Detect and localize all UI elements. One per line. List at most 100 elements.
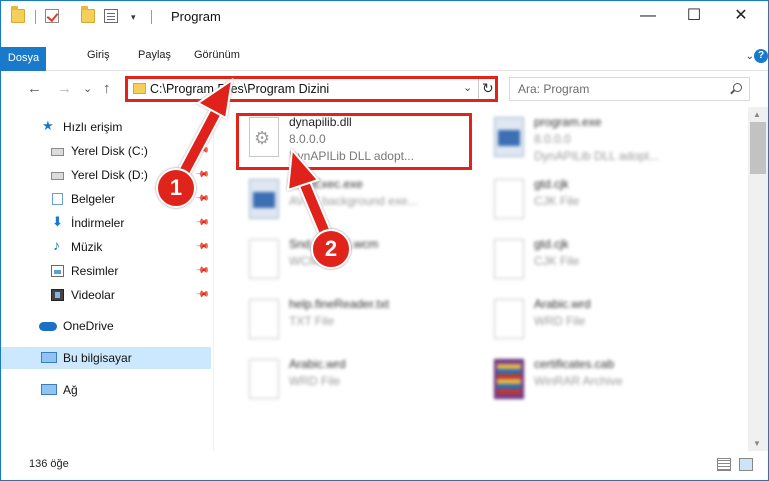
file-tile[interactable]: program.exe 8.0.0.0 DynAPILib DLL adopt.… [484, 113, 724, 171]
window-title: Program [171, 9, 221, 24]
file-type: CJK File [534, 194, 580, 208]
file-icon [494, 179, 524, 219]
sidebar-item-label: Bu bilgisayar [63, 351, 132, 365]
file-type: WinRAR Archive [534, 374, 623, 388]
file-tile[interactable]: Arabic.wrd WRD File [239, 355, 479, 413]
folder-icon [133, 83, 146, 94]
sidebar-item-quick-access[interactable]: ★ Hızlı erişim [1, 116, 211, 138]
winrar-icon [494, 359, 524, 399]
tab-file[interactable]: Dosya [1, 47, 46, 71]
file-tile[interactable]: gtd.cjk CJK File [484, 235, 724, 293]
pin-icon: 📌 [195, 262, 211, 278]
exe-icon [494, 117, 524, 157]
sidebar-item-downloads[interactable]: ⬇ İndirmeler 📌 [1, 212, 211, 234]
file-icon [249, 299, 279, 339]
quick-access-dropdown-icon[interactable]: ▾ [131, 12, 136, 23]
minimize-button[interactable]: — [625, 1, 671, 31]
pin-icon: 📌 [195, 286, 211, 302]
new-folder-icon[interactable] [81, 6, 95, 23]
computer-icon [41, 352, 57, 363]
sidebar-item-label: OneDrive [63, 319, 114, 333]
address-dropdown-icon[interactable]: ⌄ [463, 81, 472, 94]
pictures-icon [51, 265, 64, 277]
step-badge-2: 2 [311, 229, 351, 269]
sidebar-item-onedrive[interactable]: OneDrive [1, 315, 211, 337]
address-bar[interactable]: C:\Program Files\Program Dizini ⌄ ↻ [125, 76, 498, 102]
file-name: Arabic.wrd [534, 297, 591, 311]
file-tile[interactable]: Snd_____6.wcm WCM File [239, 235, 479, 293]
tab-home[interactable]: Giriş [87, 49, 110, 61]
sidebar-item-label: Resimler [71, 264, 119, 278]
file-type: WRD File [534, 314, 586, 328]
maximize-button[interactable]: ☐ [671, 1, 717, 31]
refresh-button[interactable]: ↻ [482, 80, 494, 97]
music-icon: ♪ [53, 237, 60, 253]
star-icon: ★ [42, 118, 54, 133]
sidebar-item-videos[interactable]: Videolar 📌 [1, 284, 211, 306]
sidebar-item-label: Hızlı erişim [63, 120, 123, 134]
pin-icon: 📌 [195, 166, 211, 182]
details-view-icon[interactable] [717, 458, 731, 471]
up-button[interactable]: ↑ [103, 80, 111, 97]
sidebar-item-label: İndirmeler [71, 216, 125, 230]
file-tile[interactable]: gtd.cjk CJK File [484, 175, 724, 233]
search-icon[interactable] [733, 83, 742, 92]
file-tile[interactable]: Arabic.wrd WRD File [484, 295, 724, 353]
status-bar: 136 öğe [1, 451, 768, 480]
highlight-box [236, 113, 472, 170]
file-name: gtd.cjk [534, 237, 569, 251]
file-tile[interactable]: certificates.cab WinRAR Archive [484, 355, 724, 413]
sidebar-item-label: Belgeler [71, 192, 116, 206]
sidebar-item-this-pc[interactable]: Bu bilgisayar [1, 347, 211, 369]
ribbon: Dosya Giriş Paylaş Görünüm ⌄ ? [1, 33, 768, 71]
search-input[interactable]: Ara: Program [509, 77, 750, 101]
title-bar: ▾ Program — ☐ ✕ [1, 1, 768, 33]
properties-check-icon[interactable] [45, 9, 59, 23]
customize-icon[interactable] [104, 9, 118, 23]
file-type: TXT File [289, 314, 335, 328]
pin-icon: 📌 [195, 214, 211, 230]
help-icon[interactable]: ? [754, 49, 768, 63]
sidebar-item-label: Yerel Disk (C:) [71, 144, 148, 158]
pin-icon: 📌 [195, 190, 211, 206]
file-tile[interactable]: help.fineReader.txt TXT File [239, 295, 479, 353]
scrollbar-thumb[interactable] [750, 122, 766, 174]
drive-icon [51, 148, 64, 156]
scroll-up-icon[interactable]: ▲ [753, 110, 761, 119]
expand-ribbon-icon[interactable]: ⌄ [746, 51, 754, 62]
file-type: WRD File [289, 374, 341, 388]
item-count: 136 öğe [29, 458, 69, 470]
large-icons-view-icon[interactable] [739, 458, 753, 471]
network-icon [41, 384, 57, 395]
file-icon [494, 299, 524, 339]
file-icon [249, 239, 279, 279]
explorer-window: ▾ Program — ☐ ✕ Dosya Giriş Paylaş Görün… [0, 0, 769, 481]
vertical-scrollbar[interactable]: ▲ ▼ [748, 107, 768, 451]
file-icon [249, 359, 279, 399]
sidebar-item-label: Videolar [71, 288, 115, 302]
sidebar-item-network[interactable]: Ağ [1, 379, 211, 401]
tab-view[interactable]: Görünüm [194, 49, 240, 61]
folder-icon [11, 6, 25, 23]
sidebar-item-local-disk-c[interactable]: Yerel Disk (C:) 📌 [1, 140, 211, 162]
file-description: DynAPILib DLL adopt... [534, 149, 659, 163]
tab-share[interactable]: Paylaş [138, 49, 171, 61]
back-button[interactable]: ← [27, 80, 42, 97]
sidebar-item-label: Müzik [71, 240, 103, 254]
exe-icon [249, 179, 279, 219]
recent-locations-button[interactable]: ⌄ [83, 82, 92, 95]
divider [478, 79, 479, 99]
separator [151, 10, 152, 24]
pin-icon: 📌 [195, 238, 211, 254]
file-type: CJK File [534, 254, 580, 268]
separator [35, 10, 36, 24]
scroll-down-icon[interactable]: ▼ [753, 439, 761, 448]
address-path[interactable]: C:\Program Files\Program Dizini [150, 82, 329, 96]
onedrive-cloud-icon [39, 322, 57, 331]
sidebar-item-pictures[interactable]: Resimler 📌 [1, 260, 211, 282]
forward-button[interactable]: → [57, 80, 72, 97]
file-tile[interactable]: WebExec.exe AVX7 background exe... [239, 175, 479, 233]
close-button[interactable]: ✕ [718, 1, 764, 31]
sidebar-item-music[interactable]: ♪ Müzik 📌 [1, 236, 211, 258]
file-name: Arabic.wrd [289, 357, 346, 371]
